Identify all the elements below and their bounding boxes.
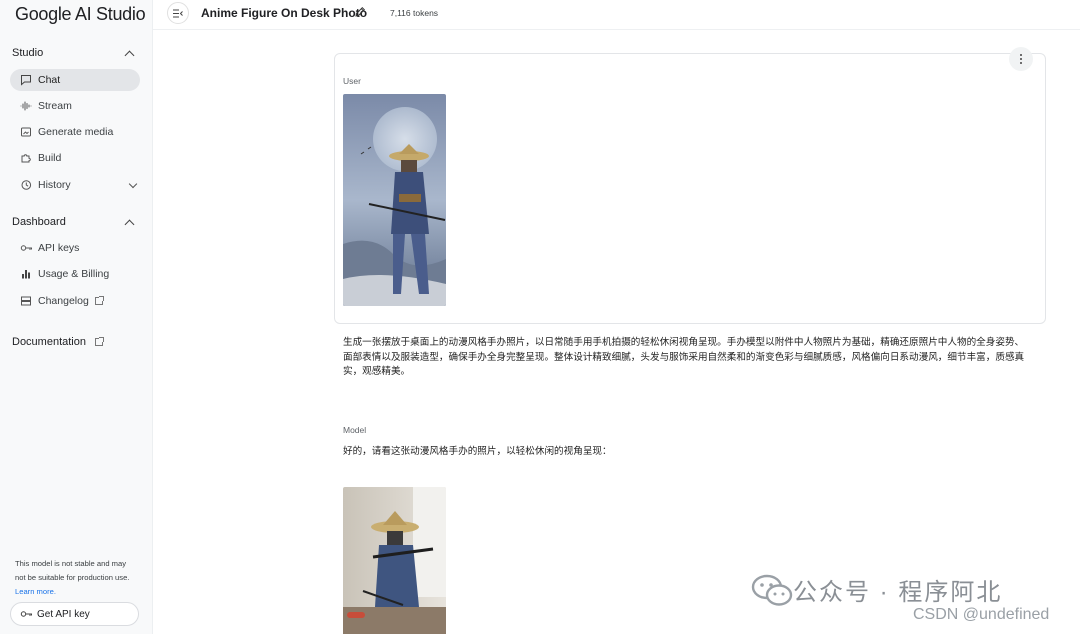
sidebar-item-history[interactable]: History	[10, 174, 140, 196]
model-role-label: Model	[343, 425, 367, 435]
sidebar-item-usage-billing[interactable]: Usage & Billing	[10, 263, 140, 285]
sidebar-item-label: Build	[38, 152, 62, 164]
puzzle-icon	[19, 151, 33, 165]
history-icon	[19, 178, 33, 192]
sidebar-item-label: History	[38, 179, 71, 191]
waveform-icon	[19, 99, 33, 113]
get-api-key-button[interactable]: Get API key	[10, 602, 139, 626]
sidebar-item-label: Chat	[38, 74, 61, 86]
model-reply-text: 好的，请看这张动漫风格手办的照片，以轻松休闲的视角呈现：	[343, 446, 612, 457]
sidebar-item-stream[interactable]: Stream	[10, 95, 140, 117]
get-api-key-label: Get API key	[37, 608, 90, 620]
app-root: Google AI Studio Studio Chat Stream Gene…	[0, 0, 1080, 634]
documentation-link[interactable]: Documentation	[12, 336, 104, 348]
main-panel: Anime Figure On Desk Photo 7,116 tokens …	[153, 0, 1080, 634]
key-icon	[19, 241, 33, 255]
sidebar-item-label: Changelog	[38, 295, 89, 307]
media-icon	[19, 125, 33, 139]
studio-section-header[interactable]: Studio	[12, 47, 137, 60]
token-count: 7,116 tokens	[390, 8, 439, 18]
sidebar-item-build[interactable]: Build	[10, 147, 140, 169]
list-icon	[19, 294, 33, 308]
dashboard-section-header[interactable]: Dashboard	[12, 216, 137, 229]
documentation-label: Documentation	[12, 336, 86, 348]
key-icon	[20, 608, 33, 620]
user-role-label: User	[343, 76, 361, 86]
sidebar-item-label: Usage & Billing	[38, 268, 110, 280]
csdn-watermark: CSDN @undefined	[913, 606, 1050, 623]
page-title[interactable]: Anime Figure On Desk Photo	[201, 6, 367, 20]
more-options-button[interactable]	[1009, 47, 1033, 71]
external-link-icon	[94, 296, 104, 305]
toggle-sidebar-button[interactable]	[167, 2, 189, 24]
sidebar: Google AI Studio Studio Chat Stream Gene…	[0, 0, 153, 634]
learn-more-link[interactable]: Learn more.	[15, 587, 56, 596]
wechat-watermark-text: 公众号 · 程序阿北	[793, 579, 1003, 606]
brand-logo[interactable]: Google AI Studio	[15, 4, 146, 25]
menu-collapse-icon	[173, 9, 183, 17]
sidebar-item-changelog[interactable]: Changelog	[10, 290, 140, 312]
sidebar-item-api-keys[interactable]: API keys	[10, 237, 140, 259]
dashboard-heading: Dashboard	[12, 216, 66, 228]
external-link-icon	[95, 337, 104, 346]
attached-character-image[interactable]	[343, 94, 446, 306]
chevron-down-icon[interactable]	[128, 179, 138, 188]
sidebar-item-label: Generate media	[38, 126, 114, 138]
sidebar-item-label: API keys	[38, 242, 80, 254]
wechat-watermark: 公众号 · 程序阿北	[751, 572, 1002, 607]
more-vert-icon	[1020, 54, 1022, 56]
sidebar-item-chat[interactable]: Chat	[10, 69, 140, 91]
chevron-up-icon	[124, 50, 135, 60]
sidebar-item-generate-media[interactable]: Generate media	[10, 121, 140, 143]
edit-title-icon[interactable]	[354, 5, 366, 23]
chevron-up-icon	[124, 219, 135, 229]
top-bar: Anime Figure On Desk Photo 7,116 tokens	[153, 0, 1080, 30]
wechat-icon	[751, 574, 793, 606]
chat-icon	[19, 73, 33, 87]
notice-text: This model is not stable and may not be …	[15, 559, 130, 582]
generated-figure-image[interactable]	[343, 487, 446, 634]
user-prompt-text: 生成一张摆放于桌面上的动漫风格手办照片，以日常随手用手机拍摄的轻松休闲视角呈现。…	[343, 337, 1025, 377]
model-stability-notice: This model is not stable and may not be …	[15, 557, 133, 599]
bar-chart-icon	[19, 267, 33, 281]
sidebar-item-label: Stream	[38, 100, 72, 112]
studio-heading: Studio	[12, 47, 44, 59]
